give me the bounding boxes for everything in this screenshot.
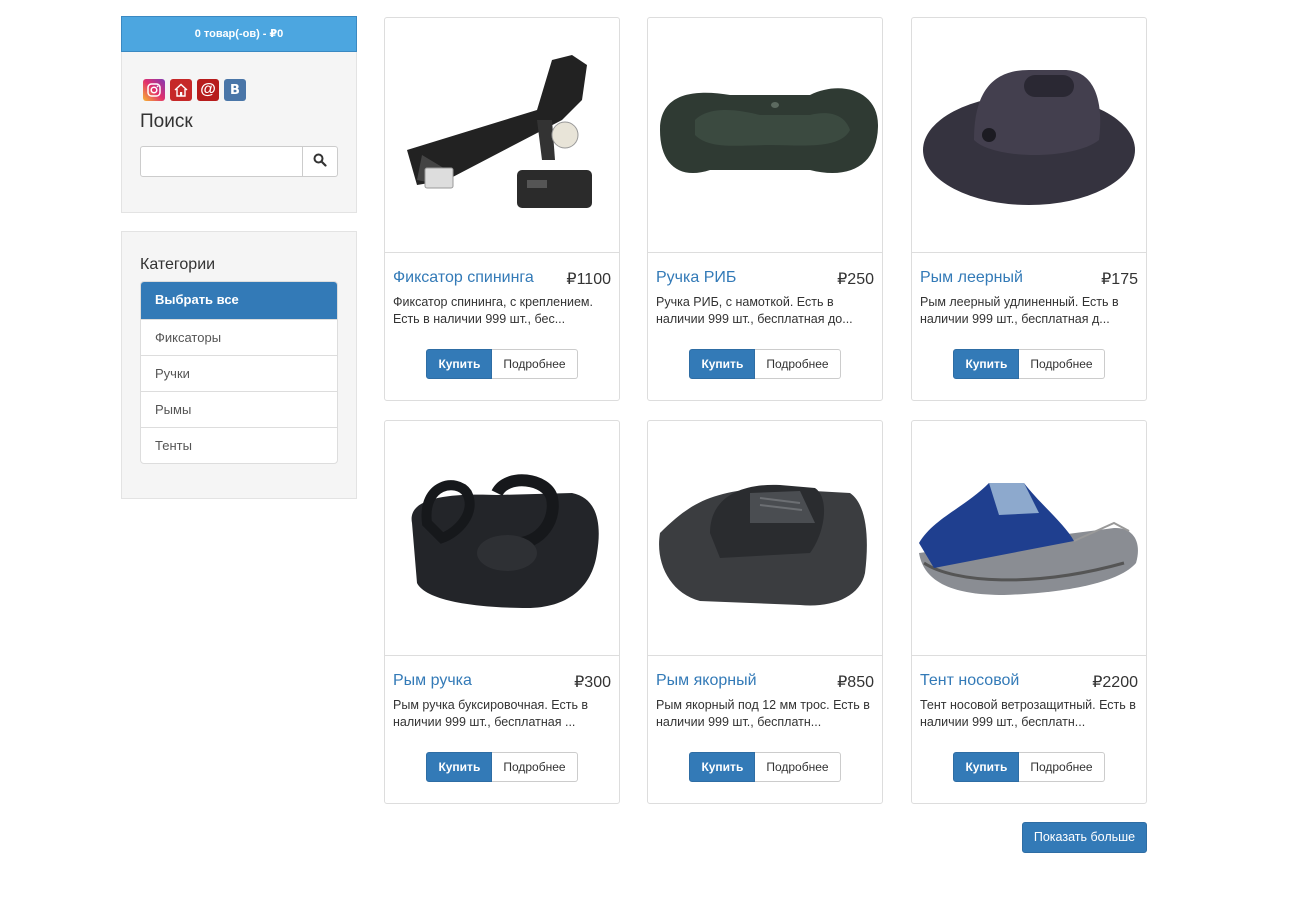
product-name-link[interactable]: Рым леерный <box>920 269 1023 289</box>
search-title: Поиск <box>140 111 193 132</box>
product-image[interactable] <box>648 18 882 253</box>
details-button[interactable]: Подробнее <box>492 349 578 379</box>
product-image[interactable] <box>912 18 1146 253</box>
details-button[interactable]: Подробнее <box>755 752 841 782</box>
product-image[interactable] <box>912 421 1146 656</box>
product-name-link[interactable]: Рым ручка <box>393 672 472 692</box>
product-description: Тент носовой ветрозащитный. Есть в налич… <box>920 698 1136 729</box>
category-list: Выбрать все Фиксаторы Ручки Рымы Тенты <box>140 281 338 464</box>
search-button[interactable] <box>303 146 338 177</box>
product-name-link[interactable]: Ручка РИБ <box>656 269 736 289</box>
category-handles[interactable]: Ручки <box>141 355 337 391</box>
product-image[interactable] <box>385 18 619 253</box>
categories-title: Категории <box>140 256 216 273</box>
instagram-icon[interactable] <box>143 79 165 101</box>
search-form <box>140 146 338 177</box>
social-links: @ В <box>143 52 338 101</box>
product-description: Рым якорный под 12 мм трос. Есть в налич… <box>656 698 870 729</box>
product-card: Рым якорный ₽850 Рым якорный под 12 мм т… <box>647 420 883 804</box>
buy-button[interactable]: Купить <box>689 349 756 379</box>
buy-button[interactable]: Купить <box>426 752 493 782</box>
product-card: Ручка РИБ ₽250 Ручка РИБ, с намоткой. Ес… <box>647 17 883 401</box>
sidebar-search-panel: @ В Поиск <box>121 52 357 213</box>
mail-at-icon[interactable]: @ <box>197 79 219 101</box>
product-card: Рым ручка ₽300 Рым ручка буксировочная. … <box>384 420 620 804</box>
product-price: ₽2200 <box>1092 674 1138 691</box>
buy-button[interactable]: Купить <box>953 349 1020 379</box>
details-button[interactable]: Подробнее <box>755 349 841 379</box>
product-price: ₽300 <box>574 674 611 691</box>
product-name-link[interactable]: Рым якорный <box>656 672 757 692</box>
product-name-link[interactable]: Тент носовой <box>920 672 1019 692</box>
details-button[interactable]: Подробнее <box>1019 752 1105 782</box>
product-card: Рым леерный ₽175 Рым леерный удлиненный.… <box>911 17 1147 401</box>
product-price: ₽850 <box>837 674 874 691</box>
category-tents[interactable]: Тенты <box>141 427 337 463</box>
sidebar: 0 товар(-ов) - ₽0 @ В Поиск Категории Вы… <box>121 16 357 499</box>
show-more-button[interactable]: Показать больше <box>1022 822 1147 853</box>
product-price: ₽250 <box>837 271 874 288</box>
category-rings[interactable]: Рымы <box>141 391 337 427</box>
product-description: Фиксатор спининга, с креплением. Есть в … <box>393 295 593 326</box>
product-card: Фиксатор спининга ₽1100 Фиксатор спининг… <box>384 17 620 401</box>
buy-button[interactable]: Купить <box>689 752 756 782</box>
home-icon[interactable] <box>170 79 192 101</box>
search-input[interactable] <box>140 146 304 177</box>
product-image[interactable] <box>648 421 882 656</box>
product-image[interactable] <box>385 421 619 656</box>
search-icon <box>313 153 327 170</box>
sidebar-categories-panel: Категории Выбрать все Фиксаторы Ручки Ры… <box>121 231 357 499</box>
cart-summary-button[interactable]: 0 товар(-ов) - ₽0 <box>121 16 357 52</box>
product-price: ₽175 <box>1101 271 1138 288</box>
buy-button[interactable]: Купить <box>953 752 1020 782</box>
vk-icon[interactable]: В <box>224 79 246 101</box>
details-button[interactable]: Подробнее <box>492 752 578 782</box>
category-fixators[interactable]: Фиксаторы <box>141 319 337 355</box>
product-name-link[interactable]: Фиксатор спининга <box>393 269 534 289</box>
product-card: Тент носовой ₽2200 Тент носовой ветрозащ… <box>911 420 1147 804</box>
category-all[interactable]: Выбрать все <box>141 282 337 319</box>
product-description: Рым ручка буксировочная. Есть в наличии … <box>393 698 589 729</box>
product-description: Ручка РИБ, с намоткой. Есть в наличии 99… <box>656 295 853 326</box>
details-button[interactable]: Подробнее <box>1019 349 1105 379</box>
buy-button[interactable]: Купить <box>426 349 493 379</box>
product-description: Рым леерный удлиненный. Есть в наличии 9… <box>920 295 1119 326</box>
product-price: ₽1100 <box>566 271 611 288</box>
